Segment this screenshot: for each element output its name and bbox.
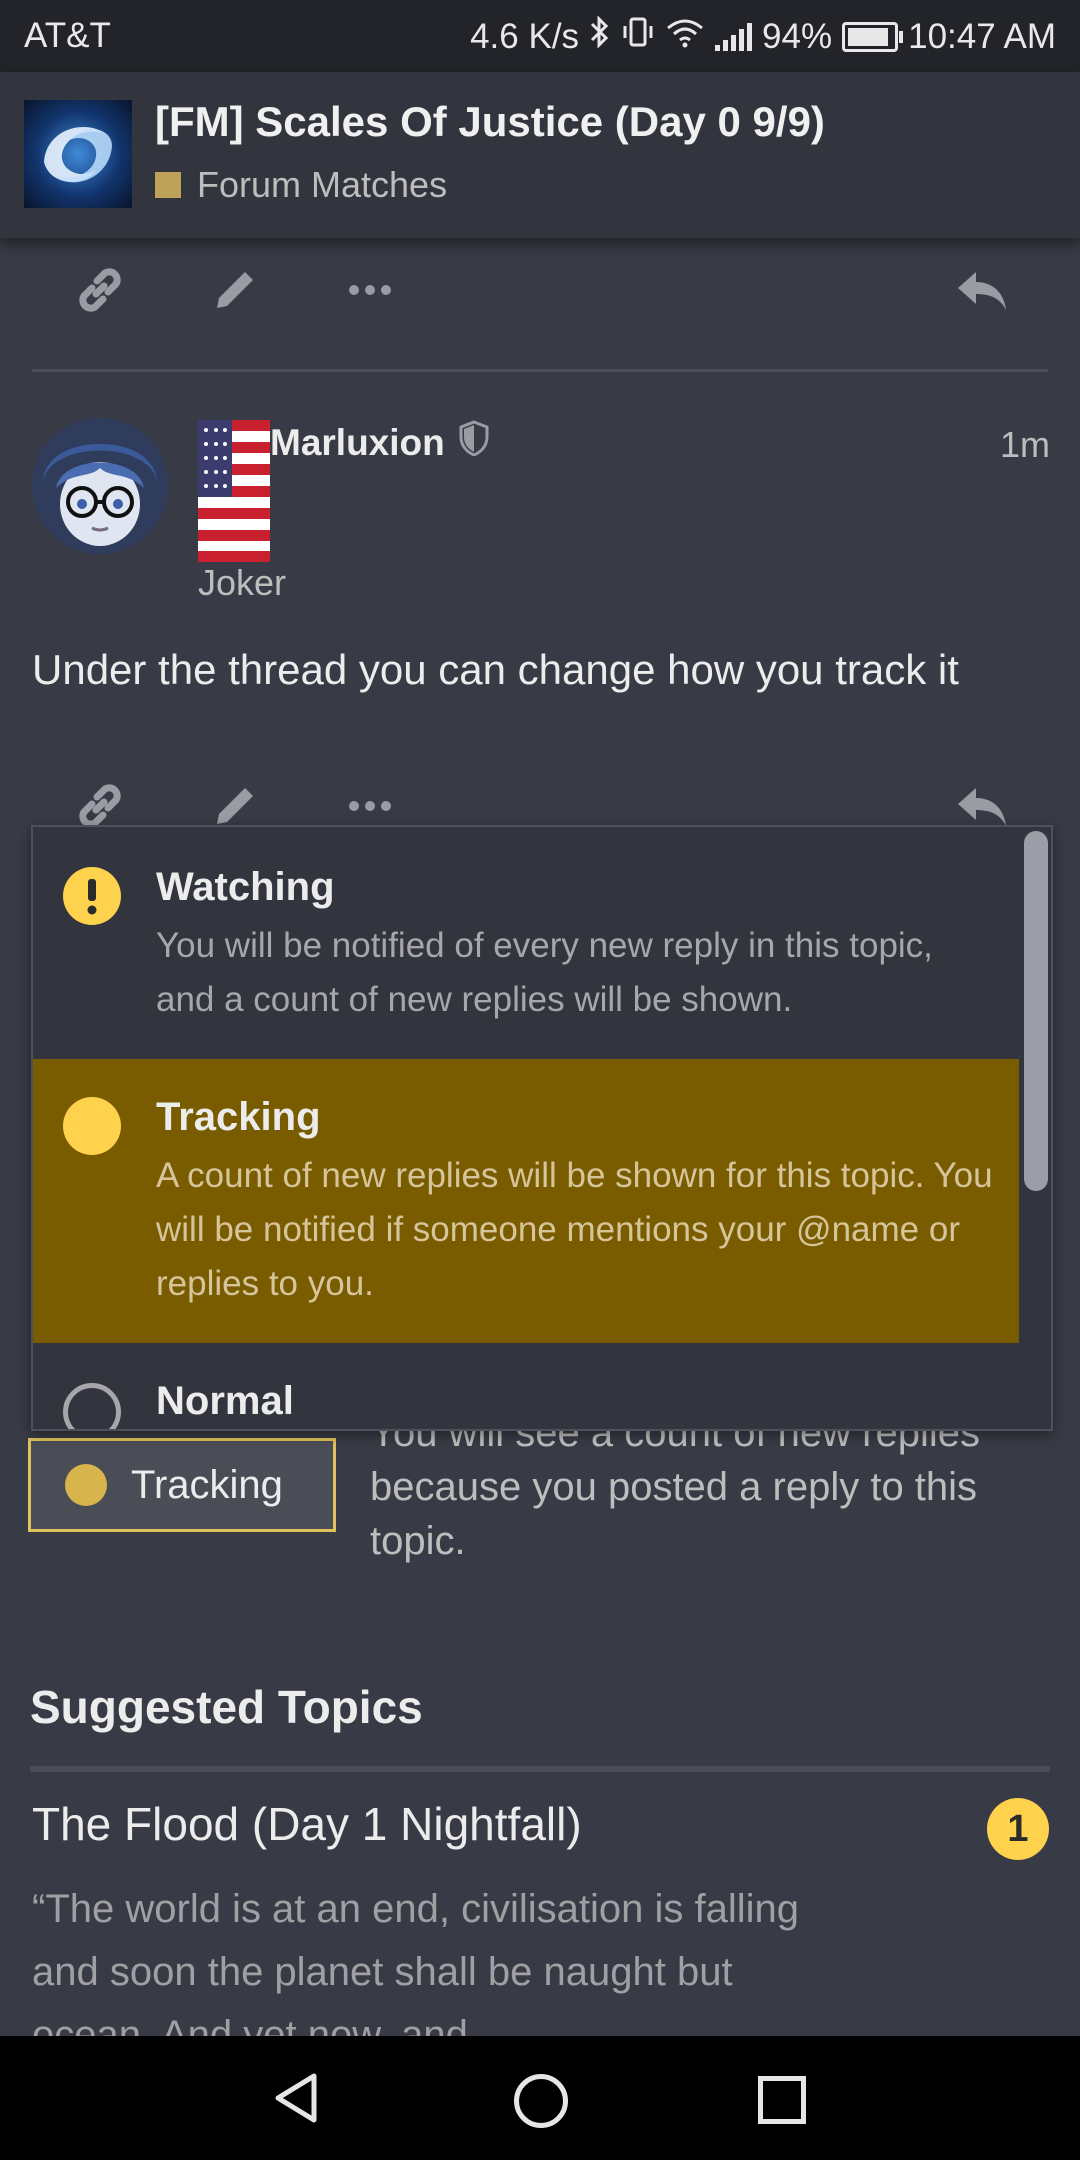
recent-apps-icon[interactable] [758, 2076, 806, 2124]
post-body: Under the thread you can change how you … [32, 646, 959, 693]
watching-icon [63, 867, 121, 925]
battery-percent: 94% [762, 16, 833, 56]
dropdown-scrollbar[interactable] [1024, 831, 1048, 1191]
net-speed: 4.6 K/s [470, 16, 580, 56]
battery-icon [842, 21, 904, 52]
suggested-topic-title[interactable]: The Flood (Day 1 Nightfall) [32, 1797, 582, 1851]
tracking-icon [63, 1097, 121, 1155]
option-description: A count of new replies will be shown for… [156, 1156, 993, 1303]
system-nav-bar [0, 2036, 1080, 2160]
notification-level-button[interactable]: Tracking [28, 1438, 336, 1532]
edit-icon[interactable] [205, 260, 265, 320]
option-tracking[interactable]: Tracking A count of new replies will be … [33, 1059, 1019, 1343]
category-link[interactable]: Forum Matches [155, 164, 447, 206]
signal-icon [715, 22, 753, 51]
topic-header: [FM] Scales Of Justice (Day 0 9/9) Forum… [0, 72, 1080, 238]
carrier-label: AT&T [24, 16, 111, 55]
reply-icon[interactable] [952, 260, 1012, 320]
username-label: Marluxion [270, 421, 445, 463]
post-author[interactable]: Marluxion [270, 420, 489, 465]
more-icon[interactable] [340, 260, 400, 320]
category-label: Forum Matches [197, 164, 448, 205]
notification-dropdown: Watching You will be notified of every n… [31, 825, 1053, 1431]
status-right: 4.6 K/s 94% 10:47 AM [470, 15, 1056, 57]
wifi-icon [665, 16, 705, 57]
clock: 10:47 AM [908, 16, 1056, 56]
status-bar: AT&T 4.6 K/s 94% 10:47 AM [0, 0, 1080, 72]
avatar[interactable] [32, 418, 168, 554]
suggested-divider [30, 1766, 1050, 1772]
post-actions-previous [0, 250, 1080, 330]
link-icon[interactable] [70, 260, 130, 320]
normal-icon [63, 1383, 121, 1429]
moderator-shield-icon [459, 420, 489, 465]
home-icon[interactable] [514, 2074, 568, 2128]
option-description: You will be notified of every new reply … [156, 926, 933, 1019]
bluetooth-icon [589, 15, 611, 57]
topic-title[interactable]: [FM] Scales Of Justice (Day 0 9/9) [155, 98, 825, 146]
back-icon[interactable] [272, 2072, 320, 2129]
vibrate-icon [621, 16, 655, 57]
category-color-swatch [155, 172, 181, 198]
option-normal[interactable]: Normal [33, 1343, 1019, 1429]
option-title: Tracking [156, 1095, 321, 1139]
option-title: Normal [156, 1379, 294, 1423]
tracking-icon [65, 1464, 107, 1506]
post-timestamp[interactable]: 1m [1000, 424, 1050, 466]
site-logo[interactable] [24, 100, 132, 208]
us-flag-icon [198, 420, 270, 562]
option-watching[interactable]: Watching You will be notified of every n… [33, 827, 1019, 1059]
user-flair: Joker [198, 562, 287, 603]
post-divider [32, 369, 1048, 372]
option-title: Watching [156, 865, 335, 909]
suggested-topics-heading: Suggested Topics [30, 1681, 423, 1733]
notification-level-label: Tracking [131, 1462, 283, 1507]
unread-count-badge[interactable]: 1 [987, 1798, 1049, 1860]
